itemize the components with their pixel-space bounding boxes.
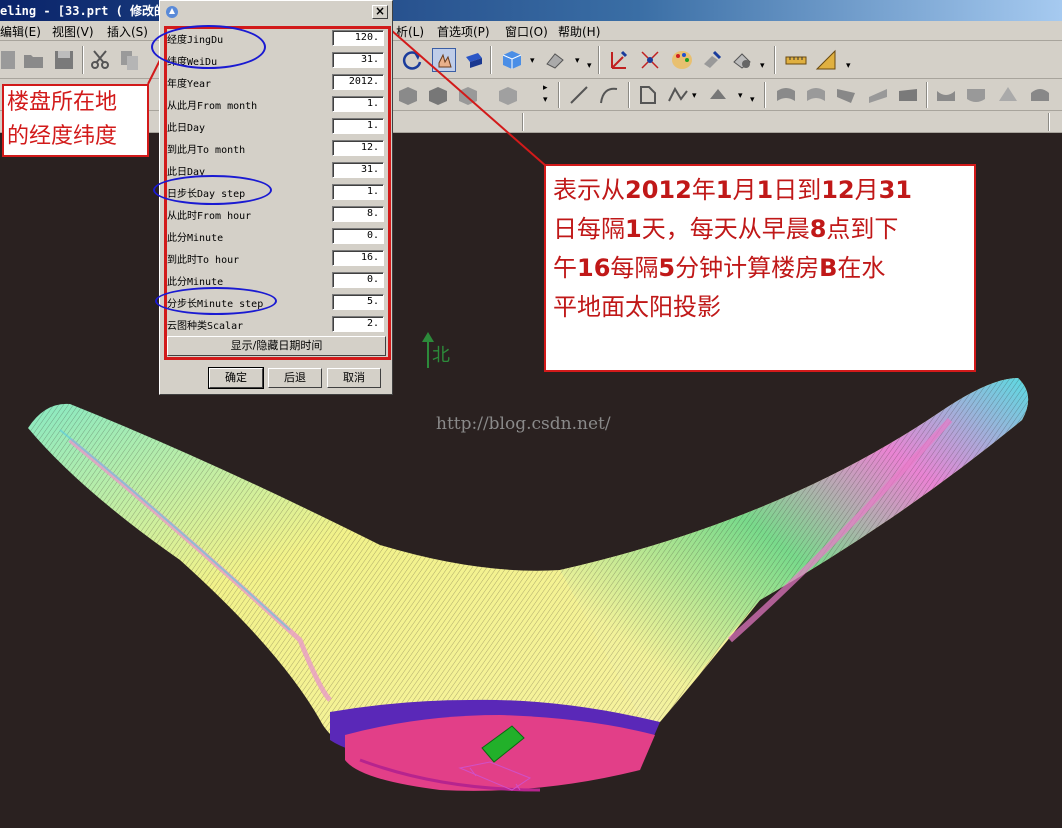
lat-lon-callout: 楼盘所在地 的经度纬度 [2,84,149,157]
menu-analysis[interactable]: 析(L) [396,23,424,40]
toolbar-overflow-icon: ▸ [543,83,548,93]
surface-1-icon[interactable] [774,83,798,107]
surface-2-icon[interactable] [804,83,828,107]
callout-number: 31 [878,176,913,204]
menu-insert[interactable]: 插入(S) [107,23,148,40]
menu-edit[interactable]: 编辑(E) [0,23,41,40]
callout-right-line-1: 表示从2012年1月1日到12月31 [553,171,974,210]
callout-number: 8 [809,215,827,243]
pan-icon[interactable] [432,48,456,72]
rotate-icon[interactable] [400,48,424,72]
shaded-icon[interactable] [462,48,486,72]
menu-preferences[interactable]: 首选项(P) [437,23,490,40]
wcs-icon[interactable] [606,48,630,72]
callout-right-line-2: 日每隔1天，每天从早晨8点到下 [553,210,974,249]
callout-number: B [819,254,838,282]
day-step-ellipse [153,175,272,205]
line-icon[interactable] [567,83,591,107]
orient-dropdown-icon[interactable]: ▾ [575,56,580,66]
measure-angle-icon[interactable] [814,48,838,72]
callout-right-line-4: 平地面太阳投影 [553,288,974,327]
callout-text: 分钟计算楼房 [675,254,820,282]
surface-4-icon[interactable] [866,83,890,107]
toolbar-overflow-icon: ▾ [587,61,592,71]
save-icon[interactable] [52,48,76,72]
revolve-icon[interactable] [496,83,520,107]
edit-object-icon[interactable] [700,48,724,72]
callout-text: 月 [854,176,879,204]
callout-text: 平地面太阳投影 [553,293,721,321]
cut-icon[interactable] [88,48,112,72]
point-set-icon[interactable] [638,48,662,72]
watermark: http://blog.csdn.net/ [436,414,611,434]
callout-text: 表示从 [553,176,625,204]
callout-text: 日到 [773,176,822,204]
cancel-button[interactable]: 取消 [327,368,381,388]
back-button[interactable]: 后退 [268,368,322,388]
sketch-icon[interactable] [636,83,660,107]
callout-text: 在水 [837,254,886,282]
block-icon[interactable] [396,83,420,107]
ok-button[interactable]: 确定 [208,367,264,389]
offset-icon[interactable] [706,83,730,107]
new-file-icon[interactable] [0,48,24,72]
callout-text: 月 [732,176,757,204]
callout-number: 1 [715,176,733,204]
callout-left-line-2: 的经度纬度 [7,124,118,149]
toolbar-overflow-icon: ▾ [750,95,755,105]
view-cube-dropdown-icon[interactable]: ▾ [530,56,535,66]
callout-left-line-1: 楼盘所在地 [7,90,118,115]
cylinder-icon[interactable] [426,83,450,107]
view-cube-icon[interactable] [500,48,524,72]
measure-distance-icon[interactable] [784,48,808,72]
callout-number: 12 [821,176,855,204]
toolbar-overflow-icon: ▾ [543,95,548,105]
callout-text: 午 [553,254,577,282]
dialog-titlebar[interactable]: × [160,1,392,23]
callout-number: 16 [577,254,611,282]
nx-window: eling - [33.prt ( 修改的 编辑(E) 视图(V) 插入(S) … [0,0,1062,828]
callout-number: 1 [756,176,774,204]
copy-icon[interactable] [118,48,142,72]
show-hide-icon[interactable] [730,48,754,72]
menu-view[interactable]: 视图(V) [52,23,94,40]
minute-step-ellipse [155,287,277,315]
extrude-icon[interactable] [456,83,480,107]
callout-text: 点到下 [826,215,899,243]
callout-number: 1 [625,215,642,243]
window-title: eling - [33.prt ( 修改的 [0,4,167,18]
lat-lon-ellipse [151,25,266,69]
surface-7-icon[interactable] [964,83,988,107]
surface-8-icon[interactable] [996,83,1020,107]
surface-5-icon[interactable] [896,83,920,107]
surface-6-icon[interactable] [934,83,958,107]
callout-text: 日每隔 [553,215,625,243]
toolbar-overflow-icon: ▾ [846,61,851,71]
menu-help[interactable]: 帮助(H) [558,23,600,40]
close-button[interactable]: × [372,5,388,19]
menu-window[interactable]: 窗口(O) [505,23,548,40]
open-folder-icon[interactable] [22,48,46,72]
app-icon [166,6,178,18]
callout-right-line-3: 午16每隔5分钟计算楼房B在水 [553,249,974,288]
surface-3-icon[interactable] [834,83,858,107]
north-label: 北 [432,345,450,366]
callout-text: 天，每天从早晨 [641,215,810,243]
spline-dropdown-icon[interactable]: ▾ [692,91,697,101]
offset-dropdown-icon[interactable]: ▾ [738,91,743,101]
palette-icon[interactable] [670,48,694,72]
callout-number: 2012 [625,176,692,204]
toolbar-overflow-icon: ▾ [760,61,765,71]
arc-icon[interactable] [597,83,621,107]
callout-text: 年 [691,176,716,204]
calculation-callout: 表示从2012年1月1日到12月31 日每隔1天，每天从早晨8点到下 午16每隔… [544,164,976,372]
callout-text: 每隔 [610,254,659,282]
callout-number: 5 [658,254,676,282]
surface-9-icon[interactable] [1028,83,1052,107]
spline-icon[interactable] [666,83,690,107]
orient-icon[interactable] [543,48,567,72]
